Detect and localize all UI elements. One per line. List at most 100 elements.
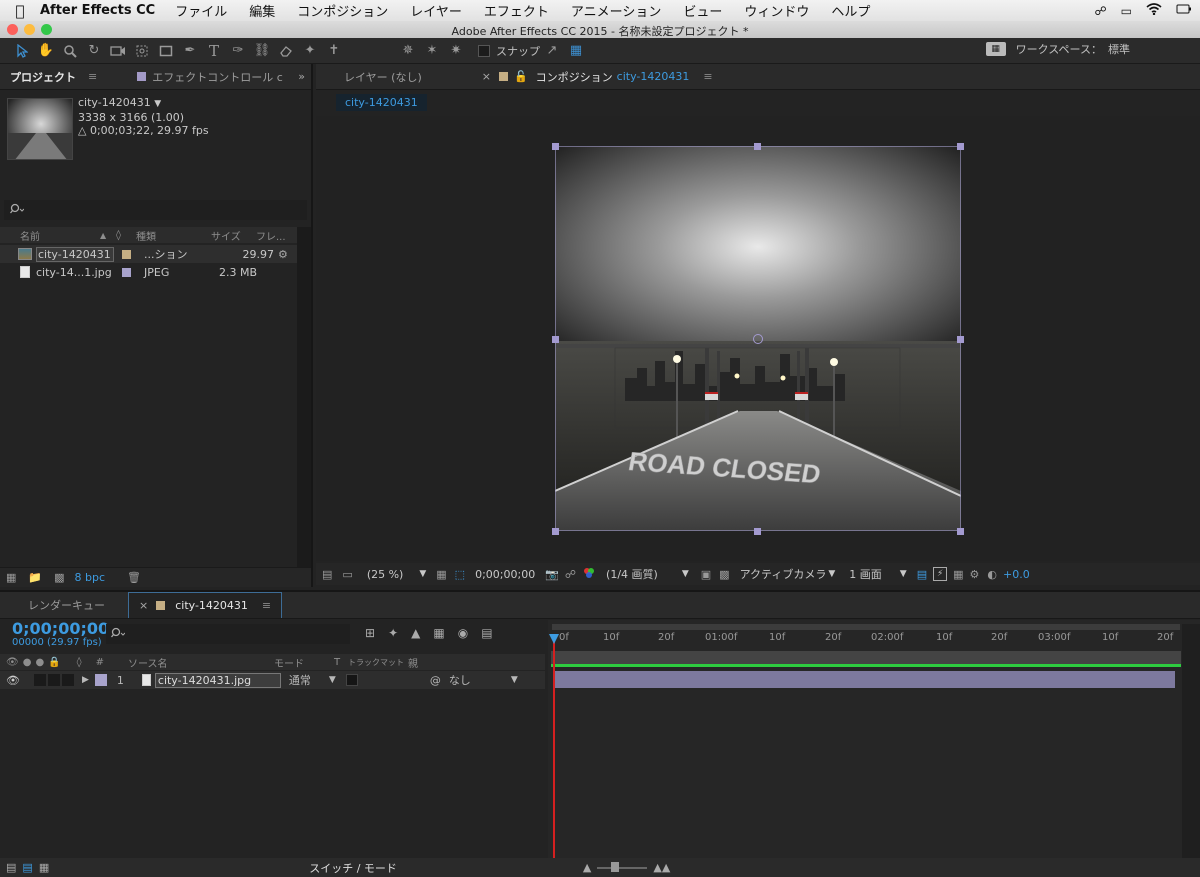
parent-select[interactable]: なし	[449, 672, 511, 688]
roto-brush-tool-icon[interactable]: ✦	[298, 40, 322, 62]
column-size[interactable]: サイズ	[211, 228, 256, 243]
graph-editor-icon[interactable]: ▤	[481, 626, 492, 640]
current-time-display[interactable]: 0;00;00;00	[475, 568, 535, 581]
view-layout-select[interactable]: 1 画面	[849, 566, 882, 582]
project-search-input[interactable]	[28, 202, 307, 218]
interpret-footage-icon[interactable]: ▦	[6, 571, 16, 584]
current-time-display[interactable]: 0;00;00;00	[12, 621, 109, 637]
menu-layer[interactable]: レイヤー	[410, 1, 462, 20]
tab-timeline-comp[interactable]: × city-1420431 ≡	[128, 592, 283, 618]
menu-file[interactable]: ファイル	[175, 1, 227, 20]
close-tab-icon[interactable]: ×	[139, 599, 148, 612]
label-tag-icon[interactable]: ◊	[116, 230, 136, 241]
dropdown-arrow-icon[interactable]: ▼	[419, 569, 426, 579]
panel-menu-icon[interactable]: ≡	[703, 70, 712, 83]
dropdown-arrow-icon[interactable]: ▼	[828, 569, 835, 579]
puppet-pin-tool-icon[interactable]: ✝	[322, 40, 346, 62]
audio-switch-icon[interactable]: ●	[23, 657, 32, 668]
camera-tool-icon[interactable]	[106, 40, 130, 62]
workspace-select[interactable]: 標準	[1108, 41, 1130, 57]
zoom-tool-icon[interactable]	[58, 40, 82, 62]
mask-visibility-icon[interactable]: ⬚	[455, 568, 465, 581]
pen-tool-icon[interactable]: ✒	[178, 40, 202, 62]
expand-layer-switches-icon[interactable]: ▤	[6, 861, 16, 874]
motion-blur-icon[interactable]: ◉	[458, 626, 468, 640]
transform-handle[interactable]	[552, 143, 559, 150]
panel-menu-icon[interactable]: ≡	[88, 70, 97, 83]
menu-effect[interactable]: エフェクト	[484, 1, 549, 20]
snap-feature-icon[interactable]: ▦	[564, 40, 588, 62]
workspace-switch-icon[interactable]: ▦	[985, 42, 1006, 56]
layer-row[interactable]: 👁 ▶ 1 city-1420431.jpg 通常 ▼ @ なし ▼	[0, 671, 545, 689]
tab-effect-controls[interactable]: エフェクトコントロール c	[127, 64, 293, 90]
transparency-grid-icon[interactable]: ▩	[719, 568, 729, 581]
airplay-icon[interactable]: ▭	[1121, 4, 1132, 18]
expand-layer-icon[interactable]: ▶	[82, 675, 89, 685]
grid-guides-icon[interactable]: ▦	[436, 568, 446, 581]
bit-depth-button[interactable]: 8 bpc	[75, 571, 106, 584]
column-name[interactable]: 名前	[20, 228, 100, 243]
timeline-graph-area[interactable]: 0f 10f 20f 01:00f 10f 20f 02:00f 10f 20f…	[548, 620, 1200, 859]
region-of-interest-icon[interactable]: ▣	[701, 568, 711, 581]
audio-switch-toggle[interactable]	[33, 674, 46, 686]
anchor-point-icon[interactable]	[753, 334, 763, 344]
menu-composition[interactable]: コンポジション	[297, 1, 388, 20]
selected-item-dropdown-icon[interactable]: ▼	[154, 99, 161, 109]
transform-handle[interactable]	[552, 528, 559, 535]
timeline-search[interactable]	[106, 624, 350, 644]
switches-modes-toggle[interactable]: スイッチ / モード	[309, 860, 397, 876]
column-number[interactable]: #	[96, 657, 104, 668]
tab-project[interactable]: プロジェクト ≡	[0, 64, 107, 90]
local-axis-mode-icon[interactable]: ✵	[396, 40, 420, 62]
time-navigator-bar[interactable]	[552, 624, 1180, 630]
always-preview-icon[interactable]: ▤	[322, 568, 332, 581]
transform-handle[interactable]	[957, 528, 964, 535]
type-tool-icon[interactable]: T	[202, 40, 226, 62]
clone-stamp-tool-icon[interactable]: ⛓	[250, 40, 274, 62]
delete-trash-icon[interactable]: 🗑	[127, 571, 141, 584]
new-folder-icon[interactable]: 📁	[28, 571, 42, 584]
pick-whip-icon[interactable]: @	[430, 674, 441, 687]
column-track-matte[interactable]: トラックマット	[348, 657, 408, 668]
hand-tool-icon[interactable]: ✋	[34, 40, 58, 62]
exposure-value[interactable]: +0.0	[1003, 568, 1030, 581]
magnification-select[interactable]: (25 %)	[367, 568, 404, 581]
rotation-tool-icon[interactable]: ↻	[82, 40, 106, 62]
panel-menu-icon[interactable]: ≡	[262, 599, 271, 612]
rectangle-tool-icon[interactable]	[154, 40, 178, 62]
expand-in-out-icon[interactable]: ▦	[39, 861, 49, 874]
tab-render-queue[interactable]: レンダーキュー	[0, 592, 128, 618]
apple-menu-icon[interactable]: 	[0, 2, 40, 20]
time-ruler[interactable]: 0f 10f 20f 01:00f 10f 20f 02:00f 10f 20f…	[548, 632, 1188, 648]
transform-handle[interactable]	[957, 336, 964, 343]
snap-expand-icon[interactable]: ↗	[540, 40, 564, 62]
frame-blending-icon[interactable]: ▦	[433, 626, 444, 640]
channel-color-icon[interactable]	[582, 567, 596, 582]
label-tag-icon[interactable]: ◊	[77, 657, 82, 668]
flowchart-icon[interactable]: ⚙	[970, 568, 980, 581]
show-snapshot-icon[interactable]: ☍	[565, 568, 576, 581]
transform-handle[interactable]	[957, 143, 964, 150]
lock-icon[interactable]: 🔓	[514, 70, 528, 83]
resolution-select[interactable]: (1/4 画質)	[606, 566, 658, 582]
work-area-range[interactable]	[551, 664, 1181, 667]
track-matte-select[interactable]	[345, 674, 358, 686]
eraser-tool-icon[interactable]	[274, 40, 298, 62]
solo-switch-icon[interactable]: ●	[35, 657, 44, 668]
composition-breadcrumb[interactable]: city-1420431	[336, 94, 427, 111]
layer-duration-bar[interactable]	[555, 671, 1175, 688]
dropdown-arrow-icon[interactable]: ▼	[329, 675, 336, 685]
pan-behind-tool-icon[interactable]	[130, 40, 154, 62]
menu-animation[interactable]: アニメーション	[571, 1, 661, 20]
solo-switch-toggle[interactable]	[47, 674, 60, 686]
layer-source-name[interactable]: city-1420431.jpg	[154, 672, 281, 688]
close-tab-icon[interactable]: ×	[482, 70, 491, 83]
creative-cloud-icon[interactable]: ☍	[1095, 4, 1107, 18]
world-axis-mode-icon[interactable]: ✶	[420, 40, 444, 62]
video-switch-icon[interactable]: 👁	[6, 657, 19, 668]
dropdown-arrow-icon[interactable]: ▼	[511, 675, 518, 685]
menu-window[interactable]: ウィンドウ	[744, 1, 809, 20]
lock-switch-icon[interactable]: 🔒	[48, 657, 60, 668]
dropdown-arrow-icon[interactable]: ▼	[682, 569, 689, 579]
transform-handle[interactable]	[754, 143, 761, 150]
